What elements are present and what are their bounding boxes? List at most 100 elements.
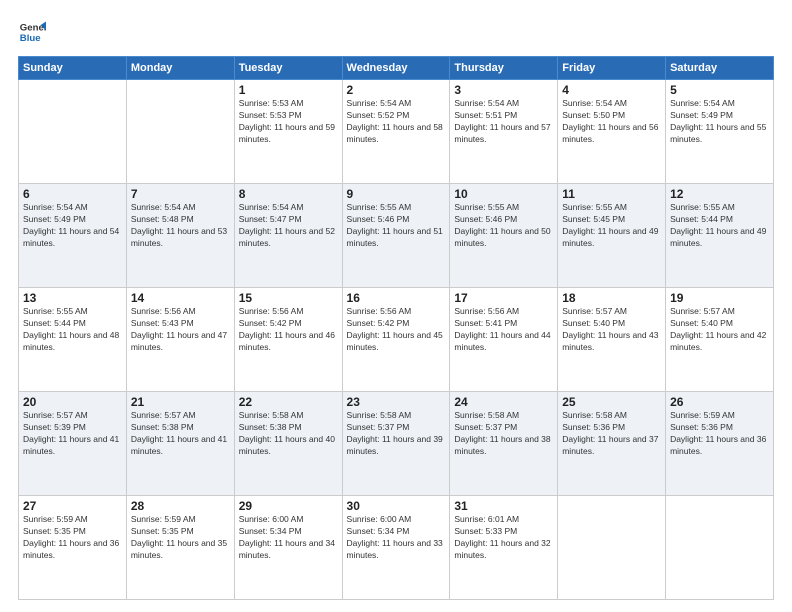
day-number: 31 bbox=[454, 499, 553, 513]
day-number: 29 bbox=[239, 499, 338, 513]
cell-content: Sunrise: 5:54 AM Sunset: 5:49 PM Dayligh… bbox=[670, 98, 769, 146]
cell-content: Sunrise: 5:57 AM Sunset: 5:40 PM Dayligh… bbox=[670, 306, 769, 354]
day-number: 13 bbox=[23, 291, 122, 305]
cell-content: Sunrise: 5:59 AM Sunset: 5:35 PM Dayligh… bbox=[23, 514, 122, 562]
cell-content: Sunrise: 5:57 AM Sunset: 5:39 PM Dayligh… bbox=[23, 410, 122, 458]
day-number: 22 bbox=[239, 395, 338, 409]
cell-content: Sunrise: 5:56 AM Sunset: 5:43 PM Dayligh… bbox=[131, 306, 230, 354]
day-number: 20 bbox=[23, 395, 122, 409]
calendar-week-row: 13Sunrise: 5:55 AM Sunset: 5:44 PM Dayli… bbox=[19, 288, 774, 392]
calendar-cell: 30Sunrise: 6:00 AM Sunset: 5:34 PM Dayli… bbox=[342, 496, 450, 600]
calendar-cell: 25Sunrise: 5:58 AM Sunset: 5:36 PM Dayli… bbox=[558, 392, 666, 496]
calendar-cell: 12Sunrise: 5:55 AM Sunset: 5:44 PM Dayli… bbox=[666, 184, 774, 288]
calendar-cell: 24Sunrise: 5:58 AM Sunset: 5:37 PM Dayli… bbox=[450, 392, 558, 496]
day-number: 28 bbox=[131, 499, 230, 513]
calendar-cell bbox=[666, 496, 774, 600]
calendar-cell: 7Sunrise: 5:54 AM Sunset: 5:48 PM Daylig… bbox=[126, 184, 234, 288]
cell-content: Sunrise: 5:56 AM Sunset: 5:42 PM Dayligh… bbox=[347, 306, 446, 354]
cell-content: Sunrise: 5:58 AM Sunset: 5:38 PM Dayligh… bbox=[239, 410, 338, 458]
calendar-cell: 18Sunrise: 5:57 AM Sunset: 5:40 PM Dayli… bbox=[558, 288, 666, 392]
calendar-cell: 19Sunrise: 5:57 AM Sunset: 5:40 PM Dayli… bbox=[666, 288, 774, 392]
calendar-cell: 22Sunrise: 5:58 AM Sunset: 5:38 PM Dayli… bbox=[234, 392, 342, 496]
weekday-header-monday: Monday bbox=[126, 57, 234, 80]
day-number: 30 bbox=[347, 499, 446, 513]
calendar-cell: 20Sunrise: 5:57 AM Sunset: 5:39 PM Dayli… bbox=[19, 392, 127, 496]
calendar-cell: 27Sunrise: 5:59 AM Sunset: 5:35 PM Dayli… bbox=[19, 496, 127, 600]
calendar-week-row: 1Sunrise: 5:53 AM Sunset: 5:53 PM Daylig… bbox=[19, 80, 774, 184]
cell-content: Sunrise: 6:01 AM Sunset: 5:33 PM Dayligh… bbox=[454, 514, 553, 562]
svg-text:General: General bbox=[20, 22, 46, 33]
cell-content: Sunrise: 5:58 AM Sunset: 5:37 PM Dayligh… bbox=[454, 410, 553, 458]
cell-content: Sunrise: 5:56 AM Sunset: 5:42 PM Dayligh… bbox=[239, 306, 338, 354]
calendar-cell: 31Sunrise: 6:01 AM Sunset: 5:33 PM Dayli… bbox=[450, 496, 558, 600]
calendar-cell: 28Sunrise: 5:59 AM Sunset: 5:35 PM Dayli… bbox=[126, 496, 234, 600]
weekday-header-tuesday: Tuesday bbox=[234, 57, 342, 80]
day-number: 7 bbox=[131, 187, 230, 201]
calendar-cell: 13Sunrise: 5:55 AM Sunset: 5:44 PM Dayli… bbox=[19, 288, 127, 392]
calendar-cell: 9Sunrise: 5:55 AM Sunset: 5:46 PM Daylig… bbox=[342, 184, 450, 288]
calendar-cell: 5Sunrise: 5:54 AM Sunset: 5:49 PM Daylig… bbox=[666, 80, 774, 184]
day-number: 15 bbox=[239, 291, 338, 305]
day-number: 3 bbox=[454, 83, 553, 97]
weekday-header-saturday: Saturday bbox=[666, 57, 774, 80]
day-number: 8 bbox=[239, 187, 338, 201]
day-number: 2 bbox=[347, 83, 446, 97]
calendar-cell: 17Sunrise: 5:56 AM Sunset: 5:41 PM Dayli… bbox=[450, 288, 558, 392]
weekday-header-friday: Friday bbox=[558, 57, 666, 80]
cell-content: Sunrise: 5:57 AM Sunset: 5:38 PM Dayligh… bbox=[131, 410, 230, 458]
day-number: 24 bbox=[454, 395, 553, 409]
logo-icon: General Blue bbox=[18, 18, 46, 46]
cell-content: Sunrise: 5:56 AM Sunset: 5:41 PM Dayligh… bbox=[454, 306, 553, 354]
calendar-cell: 14Sunrise: 5:56 AM Sunset: 5:43 PM Dayli… bbox=[126, 288, 234, 392]
cell-content: Sunrise: 5:59 AM Sunset: 5:36 PM Dayligh… bbox=[670, 410, 769, 458]
calendar-cell: 6Sunrise: 5:54 AM Sunset: 5:49 PM Daylig… bbox=[19, 184, 127, 288]
cell-content: Sunrise: 5:54 AM Sunset: 5:47 PM Dayligh… bbox=[239, 202, 338, 250]
calendar-cell: 21Sunrise: 5:57 AM Sunset: 5:38 PM Dayli… bbox=[126, 392, 234, 496]
calendar-cell: 26Sunrise: 5:59 AM Sunset: 5:36 PM Dayli… bbox=[666, 392, 774, 496]
cell-content: Sunrise: 6:00 AM Sunset: 5:34 PM Dayligh… bbox=[239, 514, 338, 562]
cell-content: Sunrise: 5:55 AM Sunset: 5:44 PM Dayligh… bbox=[670, 202, 769, 250]
calendar-cell bbox=[19, 80, 127, 184]
header: General Blue bbox=[18, 18, 774, 46]
cell-content: Sunrise: 5:54 AM Sunset: 5:52 PM Dayligh… bbox=[347, 98, 446, 146]
weekday-header-row: SundayMondayTuesdayWednesdayThursdayFrid… bbox=[19, 57, 774, 80]
svg-text:Blue: Blue bbox=[20, 33, 41, 44]
cell-content: Sunrise: 6:00 AM Sunset: 5:34 PM Dayligh… bbox=[347, 514, 446, 562]
cell-content: Sunrise: 5:54 AM Sunset: 5:51 PM Dayligh… bbox=[454, 98, 553, 146]
cell-content: Sunrise: 5:58 AM Sunset: 5:36 PM Dayligh… bbox=[562, 410, 661, 458]
logo: General Blue bbox=[18, 18, 46, 46]
cell-content: Sunrise: 5:55 AM Sunset: 5:46 PM Dayligh… bbox=[347, 202, 446, 250]
day-number: 12 bbox=[670, 187, 769, 201]
day-number: 18 bbox=[562, 291, 661, 305]
cell-content: Sunrise: 5:59 AM Sunset: 5:35 PM Dayligh… bbox=[131, 514, 230, 562]
calendar-week-row: 6Sunrise: 5:54 AM Sunset: 5:49 PM Daylig… bbox=[19, 184, 774, 288]
cell-content: Sunrise: 5:55 AM Sunset: 5:44 PM Dayligh… bbox=[23, 306, 122, 354]
calendar-cell: 2Sunrise: 5:54 AM Sunset: 5:52 PM Daylig… bbox=[342, 80, 450, 184]
day-number: 6 bbox=[23, 187, 122, 201]
calendar-week-row: 20Sunrise: 5:57 AM Sunset: 5:39 PM Dayli… bbox=[19, 392, 774, 496]
calendar-cell: 4Sunrise: 5:54 AM Sunset: 5:50 PM Daylig… bbox=[558, 80, 666, 184]
weekday-header-wednesday: Wednesday bbox=[342, 57, 450, 80]
cell-content: Sunrise: 5:57 AM Sunset: 5:40 PM Dayligh… bbox=[562, 306, 661, 354]
day-number: 19 bbox=[670, 291, 769, 305]
calendar-cell bbox=[558, 496, 666, 600]
calendar-cell: 10Sunrise: 5:55 AM Sunset: 5:46 PM Dayli… bbox=[450, 184, 558, 288]
cell-content: Sunrise: 5:55 AM Sunset: 5:45 PM Dayligh… bbox=[562, 202, 661, 250]
cell-content: Sunrise: 5:53 AM Sunset: 5:53 PM Dayligh… bbox=[239, 98, 338, 146]
calendar-cell: 16Sunrise: 5:56 AM Sunset: 5:42 PM Dayli… bbox=[342, 288, 450, 392]
calendar-cell: 29Sunrise: 6:00 AM Sunset: 5:34 PM Dayli… bbox=[234, 496, 342, 600]
calendar-cell: 15Sunrise: 5:56 AM Sunset: 5:42 PM Dayli… bbox=[234, 288, 342, 392]
calendar-cell bbox=[126, 80, 234, 184]
day-number: 16 bbox=[347, 291, 446, 305]
calendar-cell: 23Sunrise: 5:58 AM Sunset: 5:37 PM Dayli… bbox=[342, 392, 450, 496]
day-number: 10 bbox=[454, 187, 553, 201]
day-number: 26 bbox=[670, 395, 769, 409]
day-number: 4 bbox=[562, 83, 661, 97]
day-number: 25 bbox=[562, 395, 661, 409]
calendar-week-row: 27Sunrise: 5:59 AM Sunset: 5:35 PM Dayli… bbox=[19, 496, 774, 600]
cell-content: Sunrise: 5:54 AM Sunset: 5:50 PM Dayligh… bbox=[562, 98, 661, 146]
day-number: 14 bbox=[131, 291, 230, 305]
page: General Blue SundayMondayTuesdayWednesda… bbox=[0, 0, 792, 612]
day-number: 21 bbox=[131, 395, 230, 409]
calendar-cell: 8Sunrise: 5:54 AM Sunset: 5:47 PM Daylig… bbox=[234, 184, 342, 288]
